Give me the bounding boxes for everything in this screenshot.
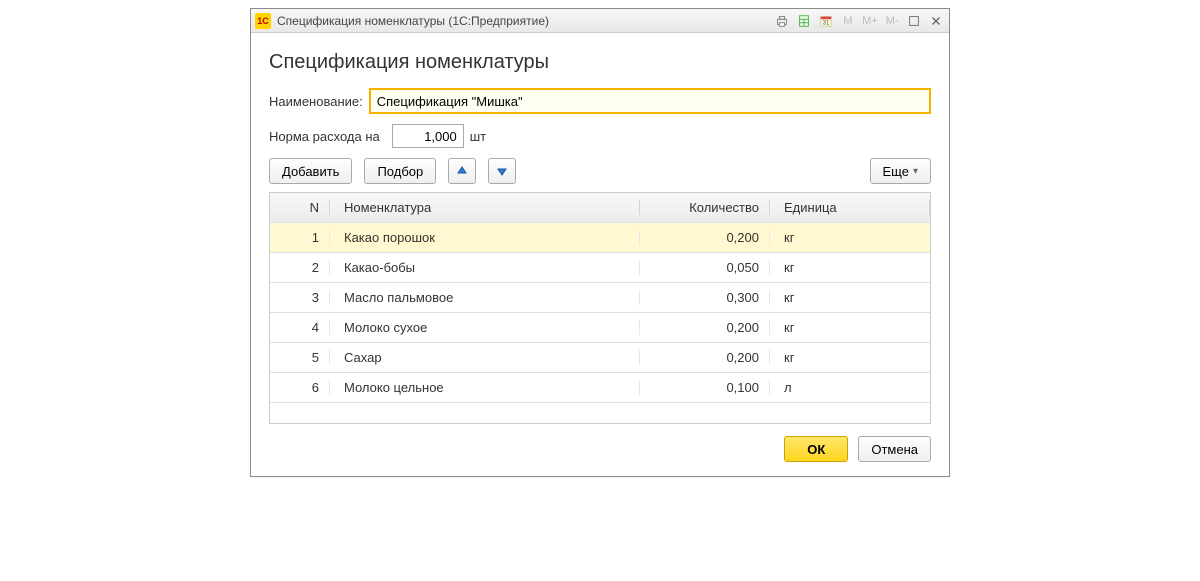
col-header-n[interactable]: N (270, 200, 330, 215)
cell-qty: 0,200 (640, 320, 770, 335)
table-row[interactable]: 2Какао-бобы0,050кг (270, 253, 930, 283)
page-title: Спецификация номенклатуры (269, 51, 931, 74)
cell-unit: л (770, 380, 930, 395)
app-logo-icon: 1С (255, 13, 271, 29)
close-icon[interactable] (927, 13, 945, 29)
cell-unit: кг (770, 290, 930, 305)
content-area: Спецификация номенклатуры Наименование: … (251, 33, 949, 476)
titlebar-tools: 31 M M+ M- (773, 13, 945, 29)
window-title: Спецификация номенклатуры (1С:Предприяти… (277, 14, 773, 28)
rate-input[interactable] (392, 124, 464, 148)
calendar-icon[interactable]: 31 (817, 13, 835, 29)
cell-nom: Какао порошок (330, 230, 640, 245)
cell-nom: Какао-бобы (330, 260, 640, 275)
table-row[interactable]: 1Какао порошок0,200кг (270, 223, 930, 253)
cell-nom: Молоко цельное (330, 380, 640, 395)
table-row[interactable]: 4Молоко сухое0,200кг (270, 313, 930, 343)
ok-button[interactable]: ОК (784, 436, 848, 462)
name-input[interactable] (369, 88, 931, 114)
cell-unit: кг (770, 350, 930, 365)
memory-mminus-button[interactable]: M- (883, 13, 901, 29)
cell-n: 6 (270, 380, 330, 395)
cell-qty: 0,200 (640, 230, 770, 245)
move-up-button[interactable] (448, 158, 476, 184)
cell-qty: 0,050 (640, 260, 770, 275)
cell-n: 3 (270, 290, 330, 305)
print-icon[interactable] (773, 13, 791, 29)
cell-n: 2 (270, 260, 330, 275)
cell-unit: кг (770, 320, 930, 335)
cancel-button[interactable]: Отмена (858, 436, 931, 462)
grid: N Номенклатура Количество Единица 1Какао… (269, 192, 931, 424)
table-row[interactable]: 3Масло пальмовое0,300кг (270, 283, 930, 313)
move-down-button[interactable] (488, 158, 516, 184)
footer: ОК Отмена (269, 424, 931, 462)
name-row: Наименование: (269, 88, 931, 114)
cell-unit: кг (770, 230, 930, 245)
cell-unit: кг (770, 260, 930, 275)
cell-nom: Молоко сухое (330, 320, 640, 335)
col-header-qty[interactable]: Количество (640, 200, 770, 215)
memory-m-button[interactable]: M (839, 13, 857, 29)
rate-row: Норма расхода на шт (269, 124, 931, 148)
calculator-icon[interactable] (795, 13, 813, 29)
more-button[interactable]: Еще (870, 158, 931, 184)
cell-n: 4 (270, 320, 330, 335)
minimize-icon[interactable] (905, 13, 923, 29)
svg-text:31: 31 (823, 19, 830, 26)
rate-unit: шт (470, 129, 486, 144)
table-row[interactable]: 6Молоко цельное0,100л (270, 373, 930, 403)
col-header-unit[interactable]: Единица (770, 200, 930, 215)
app-window: 1С Спецификация номенклатуры (1С:Предпри… (250, 8, 950, 477)
grid-body: 1Какао порошок0,200кг2Какао-бобы0,050кг3… (270, 223, 930, 423)
cell-n: 5 (270, 350, 330, 365)
add-button[interactable]: Добавить (269, 158, 352, 184)
cell-qty: 0,100 (640, 380, 770, 395)
col-header-nom[interactable]: Номенклатура (330, 200, 640, 215)
name-label: Наименование: (269, 94, 363, 109)
rate-label: Норма расхода на (269, 129, 380, 144)
pick-button[interactable]: Подбор (364, 158, 436, 184)
cell-nom: Масло пальмовое (330, 290, 640, 305)
toolbar: Добавить Подбор Еще (269, 158, 931, 184)
memory-mplus-button[interactable]: M+ (861, 13, 879, 29)
titlebar: 1С Спецификация номенклатуры (1С:Предпри… (251, 9, 949, 33)
cell-qty: 0,200 (640, 350, 770, 365)
table-row[interactable]: 5Сахар0,200кг (270, 343, 930, 373)
cell-nom: Сахар (330, 350, 640, 365)
grid-header: N Номенклатура Количество Единица (270, 193, 930, 223)
cell-qty: 0,300 (640, 290, 770, 305)
cell-n: 1 (270, 230, 330, 245)
